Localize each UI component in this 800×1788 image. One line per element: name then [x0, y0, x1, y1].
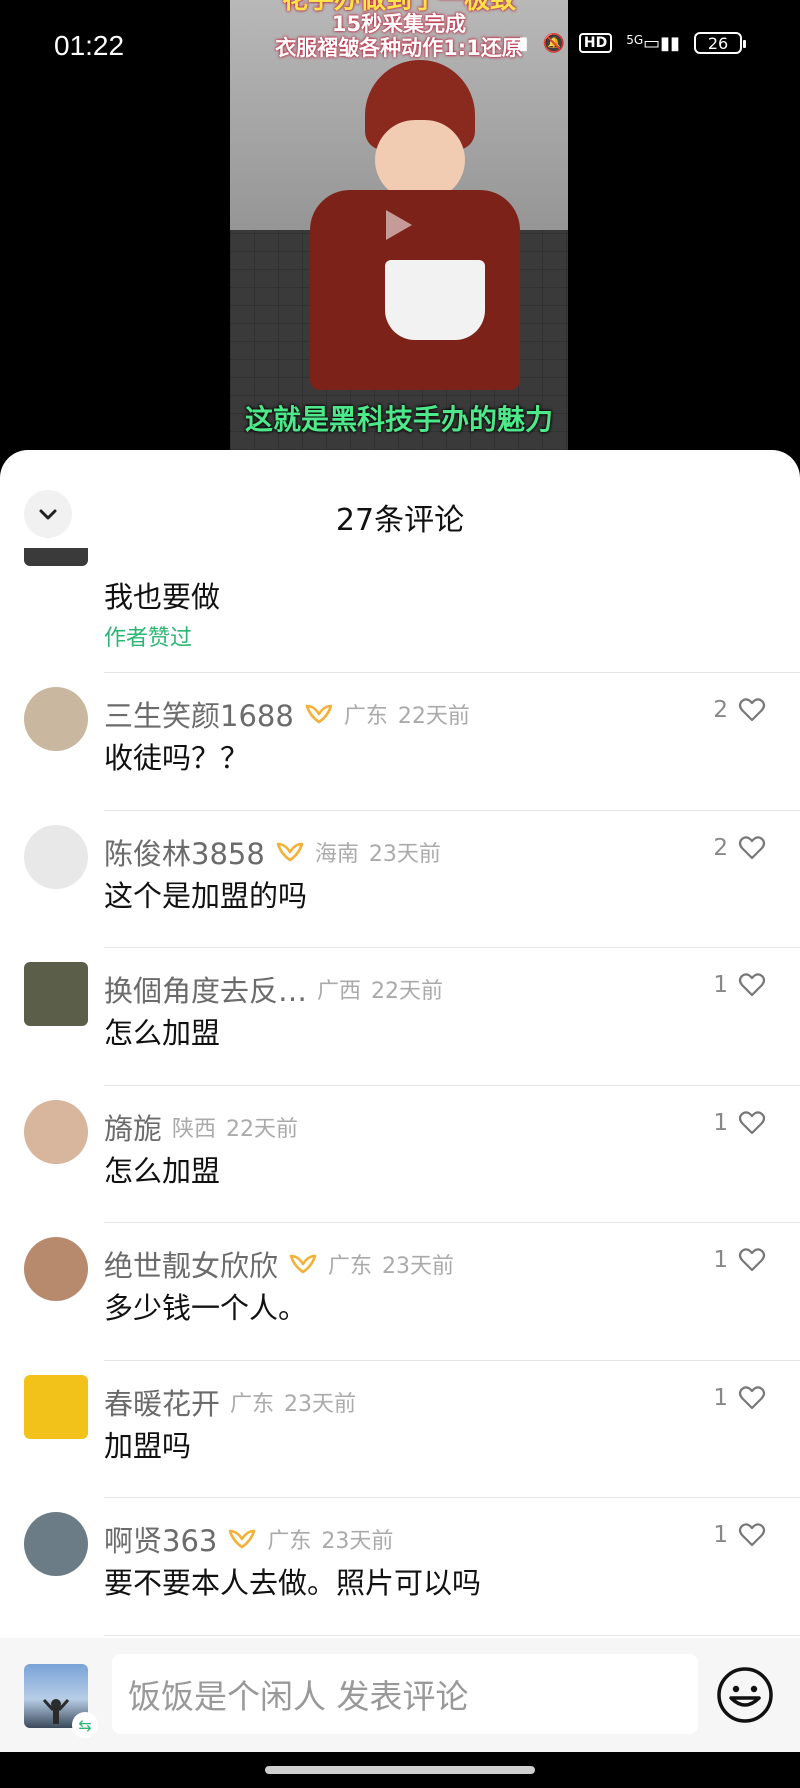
comment-text: 怎么加盟 — [104, 1016, 221, 1050]
comment-time: 23天前 — [368, 841, 441, 867]
sheet-header: 27条评论 — [0, 450, 800, 560]
comment-item[interactable]: 三生笑颜1688 广东 22天前收徒吗？？ 2 — [0, 673, 800, 811]
video-caption: 这就是黑科技手办的魅力 — [244, 403, 553, 436]
heart-icon — [738, 698, 766, 722]
hd-icon: HD — [578, 33, 613, 53]
like-button[interactable]: 2 — [713, 697, 766, 723]
home-indicator[interactable] — [265, 1766, 535, 1774]
avatar[interactable] — [24, 1237, 88, 1301]
like-count: 1 — [713, 1522, 728, 1548]
comment-text: 要不要本人去做。照片可以吗 — [104, 1566, 482, 1600]
comment-list: 我也要做 作者赞过 三生笑颜1688 广东 22天前 收徒吗？？ 2 陈俊林3858 海南 2… — [0, 548, 800, 1636]
avatar[interactable] — [24, 1512, 88, 1576]
comment-header: 啊贤363 广东 23天前 — [104, 1518, 393, 1560]
comment-text: 多少钱一个人。 — [104, 1291, 308, 1325]
like-button[interactable]: 1 — [713, 1247, 766, 1273]
comment-header: 春暖花开 广东 23天前 — [104, 1381, 356, 1423]
comment-text: 怎么加盟 — [104, 1153, 221, 1188]
avatar[interactable] — [24, 962, 88, 1026]
play-icon[interactable] — [372, 200, 422, 250]
mute-icon: 🔕 — [542, 32, 565, 54]
location: 海南 — [314, 841, 359, 867]
comment-time: 23天前 — [382, 1254, 455, 1279]
switch-account-icon[interactable]: ⇆ — [72, 1712, 98, 1738]
comment-item[interactable]: 换個角度去反… 广西 22天前怎么加盟 1 — [0, 948, 800, 1086]
like-count: 1 — [713, 1247, 728, 1273]
comment-header: 绝世靓女欣欣 广东 23天前 — [104, 1243, 454, 1285]
battery-icon: 26 — [694, 32, 746, 54]
username[interactable]: 啊贤363 — [104, 1518, 217, 1560]
heart-icon — [738, 1385, 766, 1409]
like-button[interactable]: 2 — [713, 835, 766, 861]
fan-badge-icon — [276, 842, 304, 861]
location: 广东 — [343, 704, 388, 729]
fan-badge-icon — [289, 1254, 317, 1274]
comment-text: 这个是加盟的吗 — [104, 878, 308, 913]
nfc-icon: ▮ — [518, 32, 529, 54]
location: 陕西 — [172, 1116, 217, 1142]
like-button[interactable]: 1 — [713, 1110, 766, 1136]
username[interactable]: 春暖花开 — [104, 1381, 220, 1423]
comment-count-title: 27条评论 — [335, 503, 465, 538]
username[interactable]: 换個角度去反… — [104, 968, 307, 1010]
heart-icon — [738, 835, 766, 859]
username[interactable]: 三生笑颜1688 — [104, 693, 294, 735]
username[interactable]: 陈俊林3858 — [104, 831, 265, 873]
home-area — [0, 1752, 800, 1788]
comment-time: 22天前 — [397, 704, 470, 729]
like-count: 1 — [713, 1384, 728, 1411]
comment-text: 加盟吗 — [104, 1428, 192, 1463]
like-count: 1 — [713, 972, 728, 998]
fan-badge-icon — [305, 704, 333, 724]
comment-sheet: 27条评论 我也要做 作者赞过 三生笑颜1688 广东 22天前 收徒吗？？ 2 陈俊林3… — [0, 450, 800, 1788]
comment-header: 换個角度去反… 广西 22天前 — [104, 968, 443, 1010]
like-count: 1 — [713, 1109, 728, 1136]
like-button[interactable]: 1 — [713, 972, 766, 998]
comment-input-bar: ⇆ 饭饭是个闲人 发表评论 — [0, 1638, 800, 1752]
avatar[interactable] — [24, 1099, 88, 1164]
comment-header: 陈俊林3858 海南 23天前 — [104, 831, 441, 873]
location: 广东 — [328, 1254, 373, 1279]
location: 广西 — [317, 979, 362, 1004]
divider — [104, 1634, 800, 1636]
comment-item[interactable]: 陈俊林3858 海南 23天前这个是加盟的吗 2 — [0, 811, 800, 948]
heart-icon — [738, 1110, 766, 1134]
comment-time: 22天前 — [371, 979, 444, 1004]
like-count: 2 — [713, 834, 728, 861]
comment-text: 我也要做 — [104, 580, 221, 614]
comment-item[interactable]: 我也要做 作者赞过 — [0, 548, 800, 673]
username[interactable]: 绝世靓女欣欣 — [104, 1243, 278, 1285]
comment-input[interactable]: 饭饭是个闲人 发表评论 — [112, 1654, 698, 1734]
fan-badge-icon — [229, 1529, 256, 1549]
avatar[interactable] — [24, 548, 88, 566]
like-button[interactable]: 1 — [713, 1522, 766, 1548]
comment-item[interactable]: 春暖花开 广东 23天前加盟吗 1 — [0, 1361, 800, 1498]
like-button[interactable]: 1 — [713, 1385, 766, 1411]
comment-time: 23天前 — [284, 1391, 357, 1417]
heart-icon — [738, 1523, 766, 1547]
location: 广东 — [267, 1529, 312, 1554]
signal-icon: 5G▭▮▮ — [626, 32, 680, 54]
avatar[interactable] — [24, 1374, 88, 1439]
username[interactable]: 旖旎 — [104, 1106, 162, 1148]
status-icons: ▮ 🔕 HD 5G▭▮▮ 26 — [518, 32, 746, 54]
comment-time: 22天前 — [226, 1116, 299, 1142]
comment-item[interactable]: 啊贤363 广东 23天前要不要本人去做。照片可以吗 1 — [0, 1498, 800, 1636]
comment-item[interactable]: 旖旎 陕西 22天前 怎么加盟 1 — [0, 1086, 800, 1223]
comment-header: 旖旎 陕西 22天前 — [104, 1106, 298, 1148]
comment-item[interactable]: 绝世靓女欣欣 广东 23天前多少钱一个人。 1 — [0, 1223, 800, 1361]
status-time: 01:22 — [54, 30, 125, 61]
comment-time: 23天前 — [321, 1529, 394, 1554]
heart-icon — [738, 1248, 766, 1272]
status-bar: 01:22 ▮ 🔕 HD 5G▭▮▮ 26 — [0, 0, 800, 96]
like-count: 2 — [713, 697, 728, 723]
heart-icon — [738, 973, 766, 997]
emoji-icon[interactable] — [716, 1666, 774, 1724]
location: 广东 — [230, 1391, 275, 1417]
avatar[interactable] — [24, 687, 88, 751]
comment-header: 三生笑颜1688 广东 22天前 — [104, 693, 470, 735]
avatar[interactable] — [24, 824, 88, 889]
author-liked-label: 作者赞过 — [104, 626, 193, 651]
comment-text: 收徒吗？？ — [104, 741, 250, 775]
